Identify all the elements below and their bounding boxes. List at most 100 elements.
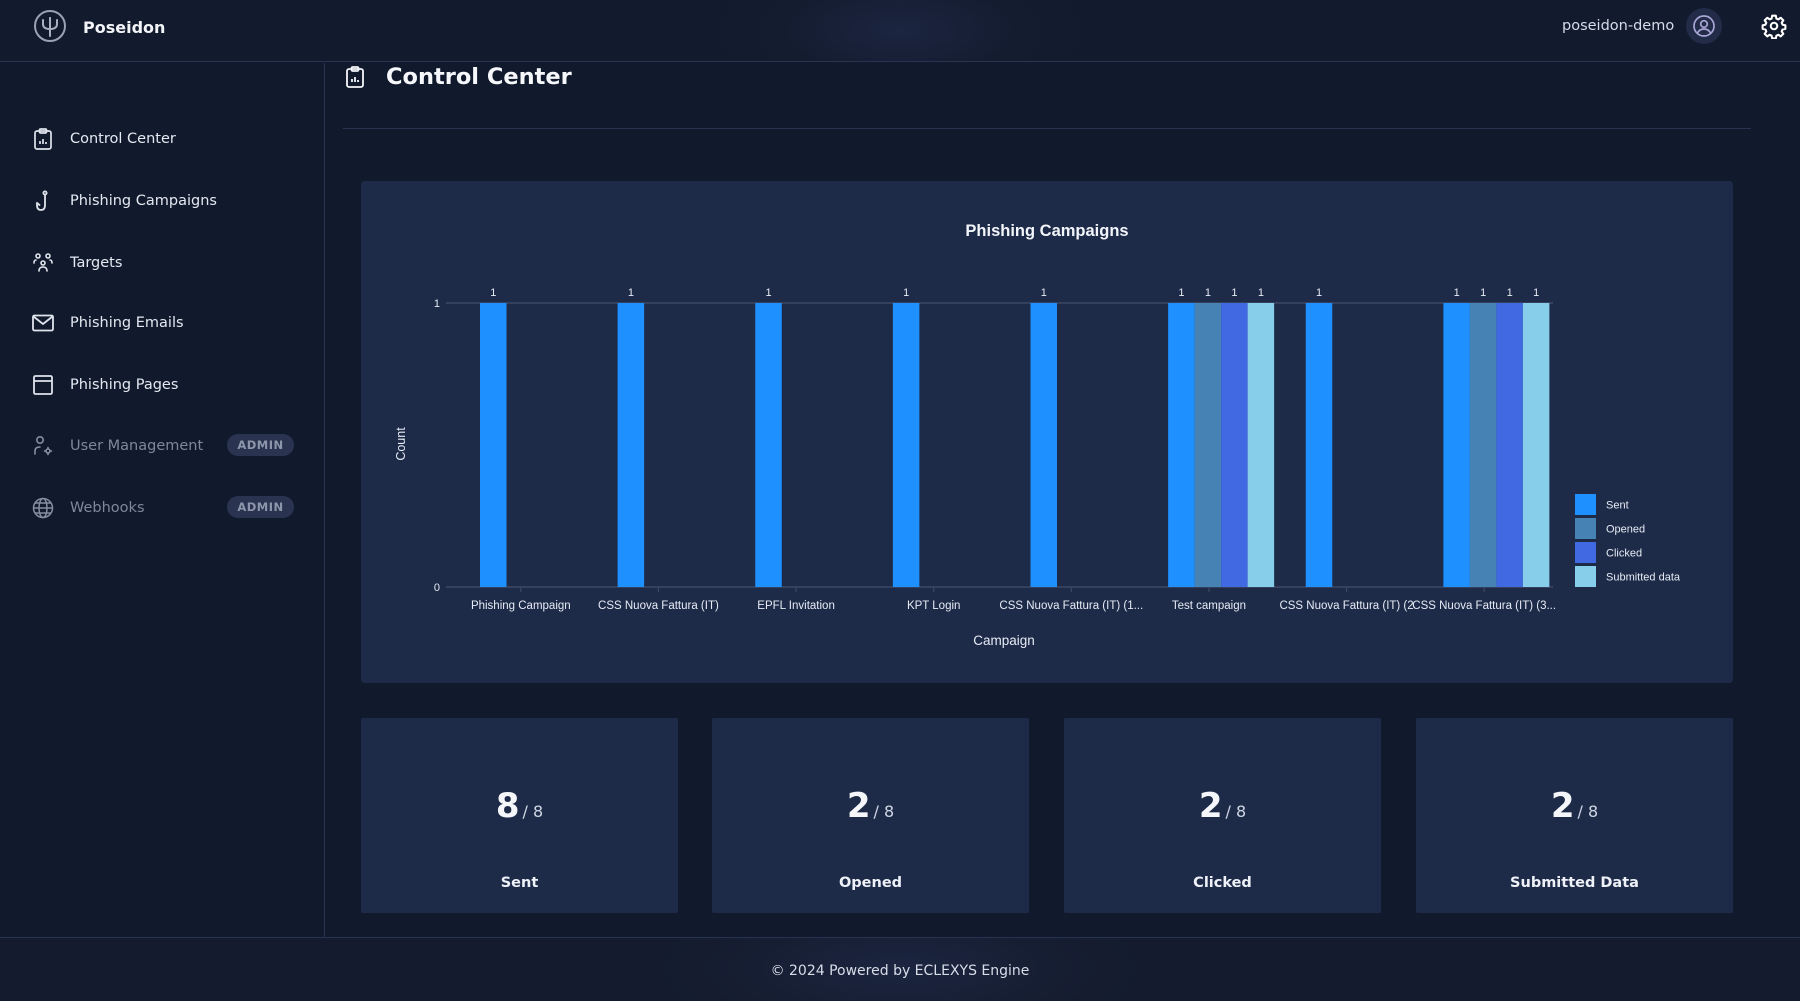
footer-text: © 2024 Powered by ECLEXYS Engine [770,963,1030,979]
bar-value-label: 1 [490,287,496,299]
bar-value-label: 1 [903,287,909,299]
bar [617,303,645,587]
bar-value-label: 1 [1507,287,1513,299]
legend-swatch [1575,518,1596,539]
stat-total: / 8 [1225,802,1247,821]
brand-name[interactable]: Poseidon [83,18,165,37]
bar [1194,303,1222,587]
legend-label: Submitted data [1606,572,1681,584]
bar-value-label: 1 [1178,287,1184,299]
bar [755,303,782,587]
bar [1168,303,1195,587]
x-tick-label: Test campaign [1172,600,1246,612]
clipboard-chart-icon [32,128,54,150]
bar-value-label: 1 [628,287,634,299]
x-axis-label: Campaign [973,633,1035,648]
settings-button[interactable] [1761,13,1787,40]
stat-card-sent: 8/ 8 Sent [361,718,678,913]
stat-label: Opened [838,875,903,891]
bar [1030,303,1057,587]
sidebar-item-phishing-emails[interactable]: Phishing Emails [32,308,302,338]
bar-value-label: 1 [1041,287,1047,299]
fishhook-icon [32,190,54,212]
bar [1522,303,1550,587]
legend-swatch [1575,494,1596,515]
gear-icon [1761,14,1787,40]
stat-label: Submitted Data [1510,875,1639,891]
bar-value-label: 1 [1480,287,1486,299]
bar [1221,303,1248,587]
user-avatar-button[interactable] [1686,8,1722,44]
title-divider [343,128,1751,129]
sidebar-item-control-center[interactable]: Control Center [32,124,302,154]
bar [1443,303,1470,587]
bar [892,303,920,587]
sidebar-item-phishing-pages[interactable]: Phishing Pages [32,370,302,400]
username: poseidon-demo [1562,18,1675,34]
stat-card-submitted-data: 2/ 8 Submitted Data [1416,718,1733,913]
bar-value-label: 1 [1205,287,1211,299]
sidebar-item-label: Control Center [70,131,176,147]
bar-value-label: 1 [1316,287,1322,299]
users-group-icon [32,252,54,274]
legend-label: Sent [1606,500,1629,512]
stat-label: Sent [500,875,539,891]
mail-icon [32,312,54,334]
y-axis-label: Count [394,427,408,461]
x-tick-label: CSS Nuova Fattura (IT) [598,600,719,612]
legend-label: Clicked [1606,548,1642,560]
y-tick-label: 0 [434,582,440,594]
x-tick-label: Phishing Campaign [471,600,571,612]
bar-value-label: 1 [1533,287,1539,299]
trident-icon[interactable] [34,10,66,42]
x-tick-label: CSS Nuova Fattura (IT) (3... [1412,600,1556,612]
bar-value-label: 1 [1258,287,1264,299]
stat-value: 8 [495,786,520,826]
stat-total: / 8 [522,802,544,821]
sidebar-item-label: Phishing Campaigns [70,193,217,209]
x-tick-label: CSS Nuova Fattura (IT) (1... [999,600,1143,612]
bar [1496,303,1523,587]
stat-value: 2 [846,786,871,826]
y-tick-label: 1 [434,298,440,310]
chart-title: Phishing Campaigns [965,222,1128,240]
sidebar-item-label: Phishing Emails [70,315,184,331]
user-settings-icon [32,435,54,457]
footer: © 2024 Powered by ECLEXYS Engine [0,937,1800,1001]
sidebar-item-label: Targets [70,255,123,271]
bar-value-label: 1 [765,287,771,299]
globe-icon [32,497,54,519]
sidebar-item-phishing-campaigns[interactable]: Phishing Campaigns [32,186,302,216]
bar [1469,303,1497,587]
sidebar-item-targets[interactable]: Targets [32,248,302,278]
stat-label: Clicked [1193,875,1252,891]
sidebar-item-user-management[interactable]: User Management ADMIN [32,431,302,461]
stat-value: 2 [1198,786,1223,826]
admin-badge: ADMIN [227,496,294,518]
user-circle-icon [1693,15,1715,37]
campaigns-bar-chart: Phishing Campaigns Count Campaign 0 1 1 1 1… [394,222,1681,648]
x-tick-label: KPT Login [907,600,961,612]
page-title: Control Center [386,64,572,90]
sidebar-item-label: User Management [70,438,204,454]
x-tick-label: CSS Nuova Fattura (IT) (2 [1279,600,1413,612]
bar-value-label: 1 [1454,287,1460,299]
legend-label: Opened [1606,524,1645,536]
stat-card-clicked: 2/ 8 Clicked [1064,718,1381,913]
stat-card-opened: 2/ 8 Opened [712,718,1029,913]
clipboard-chart-icon [345,65,369,91]
stat-total: / 8 [873,802,895,821]
sidebar-item-webhooks[interactable]: Webhooks ADMIN [32,493,302,523]
campaigns-chart-panel: Phishing Campaigns Count Campaign 0 1 1 1 1… [361,181,1733,683]
browser-window-icon [32,374,54,396]
top-bar: Poseidon poseidon-demo [0,0,1800,62]
bar [1305,303,1333,587]
sidebar: Control Center Phishing Campaigns Target… [0,63,325,937]
sidebar-item-label: Webhooks [70,500,145,516]
stat-total: / 8 [1577,802,1599,821]
x-tick-label: EPFL Invitation [757,600,835,612]
stat-value: 2 [1550,786,1575,826]
bar-value-label: 1 [1231,287,1237,299]
bar [480,303,507,587]
legend-swatch [1575,566,1596,587]
